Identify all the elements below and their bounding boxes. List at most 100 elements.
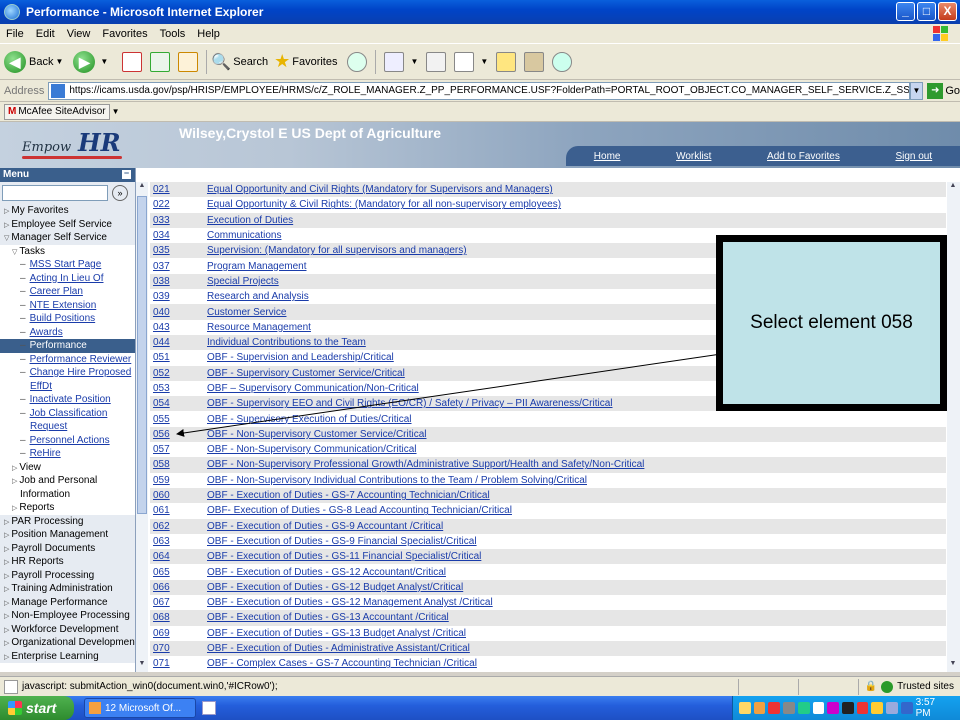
menu-item-mss-start-page[interactable]: – MSS Start Page [0,258,135,272]
menu-item-career-plan[interactable]: – Career Plan [0,285,135,299]
tray-icon[interactable] [753,702,766,714]
element-description-link[interactable]: OBF - Supervisory EEO and Civil Rights (… [207,398,613,409]
edit-dropdown-icon[interactable]: ▼ [480,57,488,66]
element-code-link[interactable]: 063 [150,536,207,547]
refresh-icon[interactable] [150,51,171,72]
element-code-link[interactable]: 057 [150,444,207,455]
element-code-link[interactable]: 070 [150,643,207,654]
menu-item-payroll-processing[interactable]: ▷ Payroll Processing [0,568,135,582]
element-code-link[interactable]: 052 [150,368,207,379]
element-description-link[interactable]: OBF – Supervisory Communication/Non-Crit… [207,383,419,394]
tray-icon[interactable] [783,702,795,714]
menu-item-build-positions[interactable]: – Build Positions [0,312,135,326]
scrollbar-thumb[interactable] [137,196,147,514]
menu-item-change-hire-proposed[interactable]: – Change Hire Proposed [0,366,135,380]
element-description-link[interactable]: OBF - Supervisory Customer Service/Criti… [207,368,405,379]
tray-icon[interactable] [768,702,781,714]
menu-item-employee-self-service[interactable]: ▷ Employee Self Service [0,217,135,231]
scroll-down-icon[interactable]: ▼ [137,660,147,672]
menu-item-performance-reviewer[interactable]: – Performance Reviewer [0,352,135,366]
left-scrollbar[interactable]: ▲ ▼ [136,182,148,672]
menu-search-input[interactable] [2,185,108,201]
element-code-link[interactable]: 061 [150,505,207,516]
element-code-link[interactable]: 040 [150,307,207,318]
menu-item-organizational-development[interactable]: ▷ Organizational Development [0,636,135,650]
menu-item-manage-performance[interactable]: ▷ Manage Performance [0,595,135,609]
element-code-link[interactable]: 071 [150,658,207,669]
element-code-link[interactable]: 021 [150,184,207,195]
element-description-link[interactable]: Individual Contributions to the Team [207,337,366,348]
menu-item-manager-self-service[interactable]: ▽ Manager Self Service [0,231,135,245]
stop-icon[interactable] [122,51,143,72]
menu-item-par-processing[interactable]: ▷ PAR Processing [0,514,135,528]
sign-out-link[interactable]: Sign out [895,151,932,162]
element-description-link[interactable]: Resource Management [207,322,311,333]
menu-help[interactable]: Help [197,28,220,40]
menu-view[interactable]: View [67,28,91,40]
edit-icon[interactable] [454,51,475,72]
right-scrollbar[interactable]: ▲ ▼ [947,182,960,672]
element-code-link[interactable]: 051 [150,352,207,363]
menu-tools[interactable]: Tools [160,28,186,40]
element-description-link[interactable]: OBF - Execution of Duties - GS-11 Financ… [207,551,481,562]
menu-item-enterprise-learning[interactable]: ▷ Enterprise Learning [0,649,135,663]
print-icon[interactable] [426,51,447,72]
tray-icon[interactable] [842,702,854,714]
menu-item-position-management[interactable]: ▷ Position Management [0,528,135,542]
forward-dropdown-icon[interactable]: ▼ [100,57,108,66]
element-description-link[interactable]: Execution of Duties [207,215,293,226]
element-description-link[interactable]: Research and Analysis [207,291,309,302]
taskbar-item-office[interactable]: 12 Microsoft Of... [84,698,196,718]
tray-icon[interactable] [797,702,810,714]
menu-item-hr-reports[interactable]: ▷ HR Reports [0,555,135,569]
forward-button[interactable]: ▶ ▼ [73,50,112,73]
element-description-link[interactable]: Special Projects [207,276,279,287]
add-to-favorites-link[interactable]: Add to Favorites [767,151,840,162]
element-code-link[interactable]: 039 [150,291,207,302]
element-code-link[interactable]: 034 [150,230,207,241]
scroll-down-icon[interactable]: ▼ [948,660,958,672]
element-description-link[interactable]: Program Management [207,261,307,272]
element-code-link[interactable]: 059 [150,475,207,486]
element-description-link[interactable]: Communications [207,230,281,241]
element-description-link[interactable]: OBF - Execution of Duties - GS-9 Financi… [207,536,477,547]
address-dropdown-icon[interactable]: ▼ [909,81,924,100]
mcafee-dropdown-icon[interactable]: ▼ [112,107,120,116]
element-description-link[interactable]: OBF - Complex Cases - GS-7 Accounting Te… [207,658,477,669]
scroll-up-icon[interactable]: ▲ [948,182,958,194]
home-link[interactable]: Home [594,151,621,162]
menu-item-performance[interactable]: – Performance [0,339,135,353]
menu-item-personnel-actions[interactable]: – Personnel Actions [0,433,135,447]
element-description-link[interactable]: OBF - Execution of Duties - GS-13 Accoun… [207,612,449,623]
menu-item-rehire[interactable]: – ReHire [0,447,135,461]
element-code-link[interactable]: 033 [150,215,207,226]
element-code-link[interactable]: 058 [150,459,207,470]
worklist-link[interactable]: Worklist [676,151,711,162]
maximize-button[interactable]: □ [917,2,936,21]
element-code-link[interactable]: 022 [150,199,207,210]
element-code-link[interactable]: 037 [150,261,207,272]
address-input[interactable]: https://icams.usda.gov/psp/HRISP/EMPLOYE… [48,81,910,100]
element-description-link[interactable]: Equal Opportunity & Civil Rights: (Manda… [207,199,561,210]
menu-item-view[interactable]: ▷ View [0,461,135,475]
element-description-link[interactable]: OBF - Execution of Duties - GS-12 Budget… [207,582,463,593]
menu-item-inactivate-position[interactable]: – Inactivate Position [0,393,135,407]
mcafee-siteadvisor-button[interactable]: M McAfee SiteAdvisor [4,103,110,120]
element-code-link[interactable]: 062 [150,521,207,532]
menu-item-awards[interactable]: – Awards [0,325,135,339]
discuss-icon[interactable] [496,51,517,72]
menu-favorites[interactable]: Favorites [102,28,147,40]
element-description-link[interactable]: OBF - Non-Supervisory Customer Service/C… [207,429,427,440]
element-code-link[interactable]: 038 [150,276,207,287]
menu-item-tasks[interactable]: ▽ Tasks [0,245,135,259]
tray-icon[interactable] [871,702,884,714]
research-icon[interactable] [524,51,545,72]
go-button[interactable]: ➜ Go [927,82,960,99]
tray-icon[interactable] [739,702,751,714]
element-code-link[interactable]: 043 [150,322,207,333]
back-dropdown-icon[interactable]: ▼ [55,57,63,66]
back-button[interactable]: ◀ Back ▼ [4,50,67,73]
element-description-link[interactable]: Equal Opportunity and Civil Rights (Mand… [207,184,553,195]
menu-item-acting-in-lieu-of[interactable]: – Acting In Lieu Of [0,271,135,285]
menu-item-payroll-documents[interactable]: ▷ Payroll Documents [0,541,135,555]
